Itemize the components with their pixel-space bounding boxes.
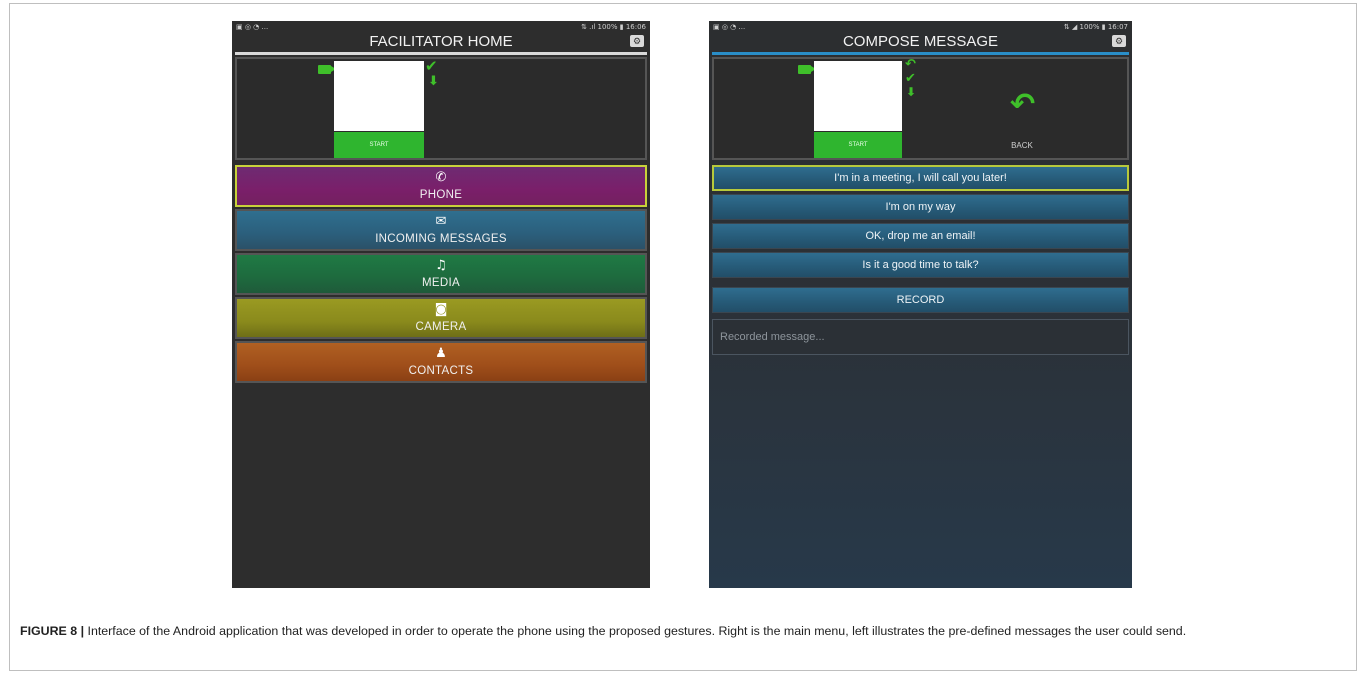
record-button[interactable]: RECORD (712, 287, 1129, 313)
camera-button[interactable]: ◙ CAMERA (235, 297, 647, 339)
status-bar: ▣ ◎ ◔ ... ⇅ .ıl 100% ▮ 16:06 (232, 21, 650, 32)
figure-caption: FIGURE 8 | Interface of the Android appl… (20, 621, 1355, 641)
title-bar: FACILITATOR HOME ⚙ (232, 32, 650, 52)
envelope-icon: ✉ (435, 214, 447, 229)
checkmark-icon: ✔ (905, 71, 916, 86)
status-left-icons: ▣ ◎ ◔ ... (236, 22, 269, 31)
camera-panel: ↶ ✔ ⬇ ↶ START BACK (712, 57, 1129, 160)
camera-label: CAMERA (415, 321, 467, 333)
camera-icon: ◙ (434, 302, 448, 317)
video-camera-icon (318, 65, 336, 74)
figure-label: FIGURE 8 | (20, 624, 85, 638)
message-option[interactable]: OK, drop me an email! (712, 223, 1129, 249)
message-option[interactable]: Is it a good time to talk? (712, 252, 1129, 278)
title-bar: COMPOSE MESSAGE ⚙ (709, 32, 1132, 52)
incoming-messages-label: INCOMING MESSAGES (375, 233, 507, 245)
compose-message-screen: ▣ ◎ ◔ ... ⇅ ◢ 100% ▮ 16:07 COMPOSE MESSA… (709, 21, 1132, 588)
phone-icon: ✆ (435, 170, 447, 185)
caption-text: Interface of the Android application tha… (84, 624, 1187, 638)
start-button[interactable]: START (814, 132, 902, 158)
gear-icon[interactable]: ⚙ (1112, 35, 1126, 47)
media-label: MEDIA (422, 277, 460, 289)
status-right-info: ⇅ ◢ 100% ▮ 16:07 (1063, 22, 1128, 31)
title-divider (235, 52, 647, 55)
checkmark-icon: ✔ (425, 57, 438, 75)
phone-label: PHONE (419, 189, 463, 201)
message-option[interactable]: I'm on my way (712, 194, 1129, 220)
status-bar: ▣ ◎ ◔ ... ⇅ ◢ 100% ▮ 16:07 (709, 21, 1132, 32)
contacts-icon: ♟ (435, 346, 447, 361)
title-divider (712, 52, 1129, 55)
media-button[interactable]: ♫ MEDIA (235, 253, 647, 295)
figure-frame: ▣ ◎ ◔ ... ⇅ .ıl 100% ▮ 16:06 FACILITATOR… (9, 3, 1357, 671)
arrow-down-icon: ⬇ (906, 85, 917, 99)
arrow-down-icon: ⬇ (428, 74, 439, 89)
start-button[interactable]: START (334, 132, 424, 158)
recorded-message-field[interactable]: Recorded message... (712, 319, 1129, 355)
page-title: COMPOSE MESSAGE (842, 33, 999, 50)
contacts-label: CONTACTS (408, 365, 474, 377)
incoming-messages-button[interactable]: ✉ INCOMING MESSAGES (235, 209, 647, 251)
camera-preview (334, 61, 424, 131)
video-camera-icon (798, 65, 816, 74)
gear-icon[interactable]: ⚙ (630, 35, 644, 47)
back-icon[interactable]: ↶ (1010, 87, 1035, 122)
status-left-icons: ▣ ◎ ◔ ... (713, 22, 746, 31)
camera-panel: ✔ ⬇ START (235, 57, 647, 160)
status-right-info: ⇅ .ıl 100% ▮ 16:06 (581, 22, 646, 31)
phone-button[interactable]: ✆ PHONE (235, 165, 647, 207)
undo-arrow-icon: ↶ (905, 57, 916, 72)
camera-preview (814, 61, 902, 131)
facilitator-home-screen: ▣ ◎ ◔ ... ⇅ .ıl 100% ▮ 16:06 FACILITATOR… (232, 21, 650, 588)
page-title: FACILITATOR HOME (369, 33, 513, 50)
back-label[interactable]: BACK (1002, 141, 1042, 150)
media-icon: ♫ (435, 258, 447, 273)
message-option[interactable]: I'm in a meeting, I will call you later! (712, 165, 1129, 191)
contacts-button[interactable]: ♟ CONTACTS (235, 341, 647, 383)
